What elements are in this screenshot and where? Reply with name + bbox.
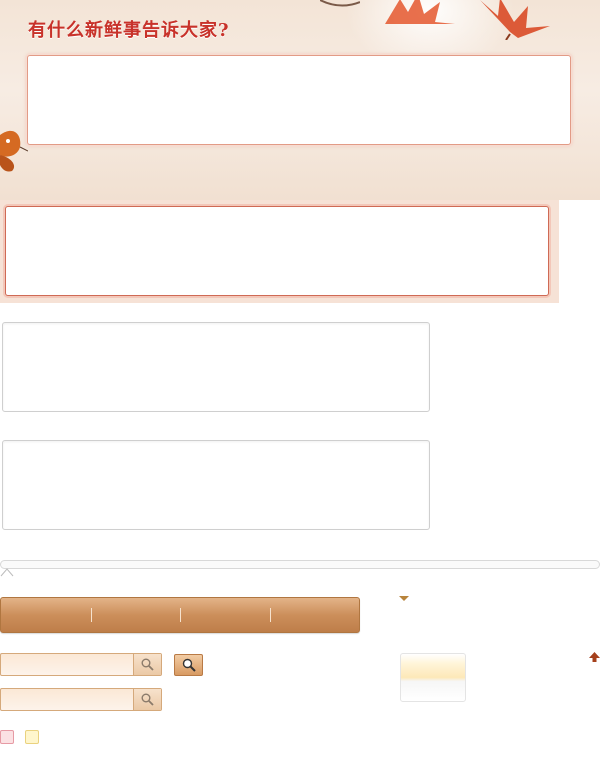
- search-button[interactable]: [133, 689, 161, 710]
- search-button[interactable]: [133, 654, 161, 675]
- tab-3[interactable]: [180, 598, 270, 632]
- maple-leaf-icon: [480, 0, 550, 40]
- hero-banner: 有什么新鲜事告诉大家?: [0, 0, 600, 200]
- back-to-top-icon[interactable]: [589, 652, 600, 662]
- hero-title: 有什么新鲜事告诉大家?: [28, 20, 230, 41]
- collapse-arrow-icon[interactable]: [0, 567, 14, 577]
- search-input[interactable]: [1, 654, 131, 675]
- tab-bar: [0, 597, 360, 633]
- dropdown-panel[interactable]: [400, 653, 466, 702]
- butterfly-icon: [0, 130, 28, 172]
- status-composer-textarea[interactable]: [27, 55, 571, 145]
- divider-bar: [0, 560, 600, 569]
- color-swatch-pink[interactable]: [0, 730, 14, 744]
- search-box: [0, 688, 162, 711]
- maple-leaf-icon: [385, 0, 455, 24]
- tab-1[interactable]: [1, 598, 91, 632]
- tab-4[interactable]: [269, 598, 360, 632]
- search-icon: [141, 693, 154, 706]
- tab-2[interactable]: [90, 598, 181, 632]
- search-box: [0, 653, 162, 676]
- color-swatch-yellow[interactable]: [25, 730, 39, 744]
- plain-textarea[interactable]: [2, 322, 430, 412]
- search-icon: [182, 658, 196, 672]
- search-icon: [141, 658, 154, 671]
- plain-textarea[interactable]: [2, 440, 430, 530]
- search-button[interactable]: [174, 654, 203, 676]
- search-input[interactable]: [1, 689, 131, 710]
- dropdown-caret-icon[interactable]: [399, 596, 409, 601]
- focused-textarea[interactable]: [5, 206, 549, 296]
- branch-icon: [320, 0, 360, 7]
